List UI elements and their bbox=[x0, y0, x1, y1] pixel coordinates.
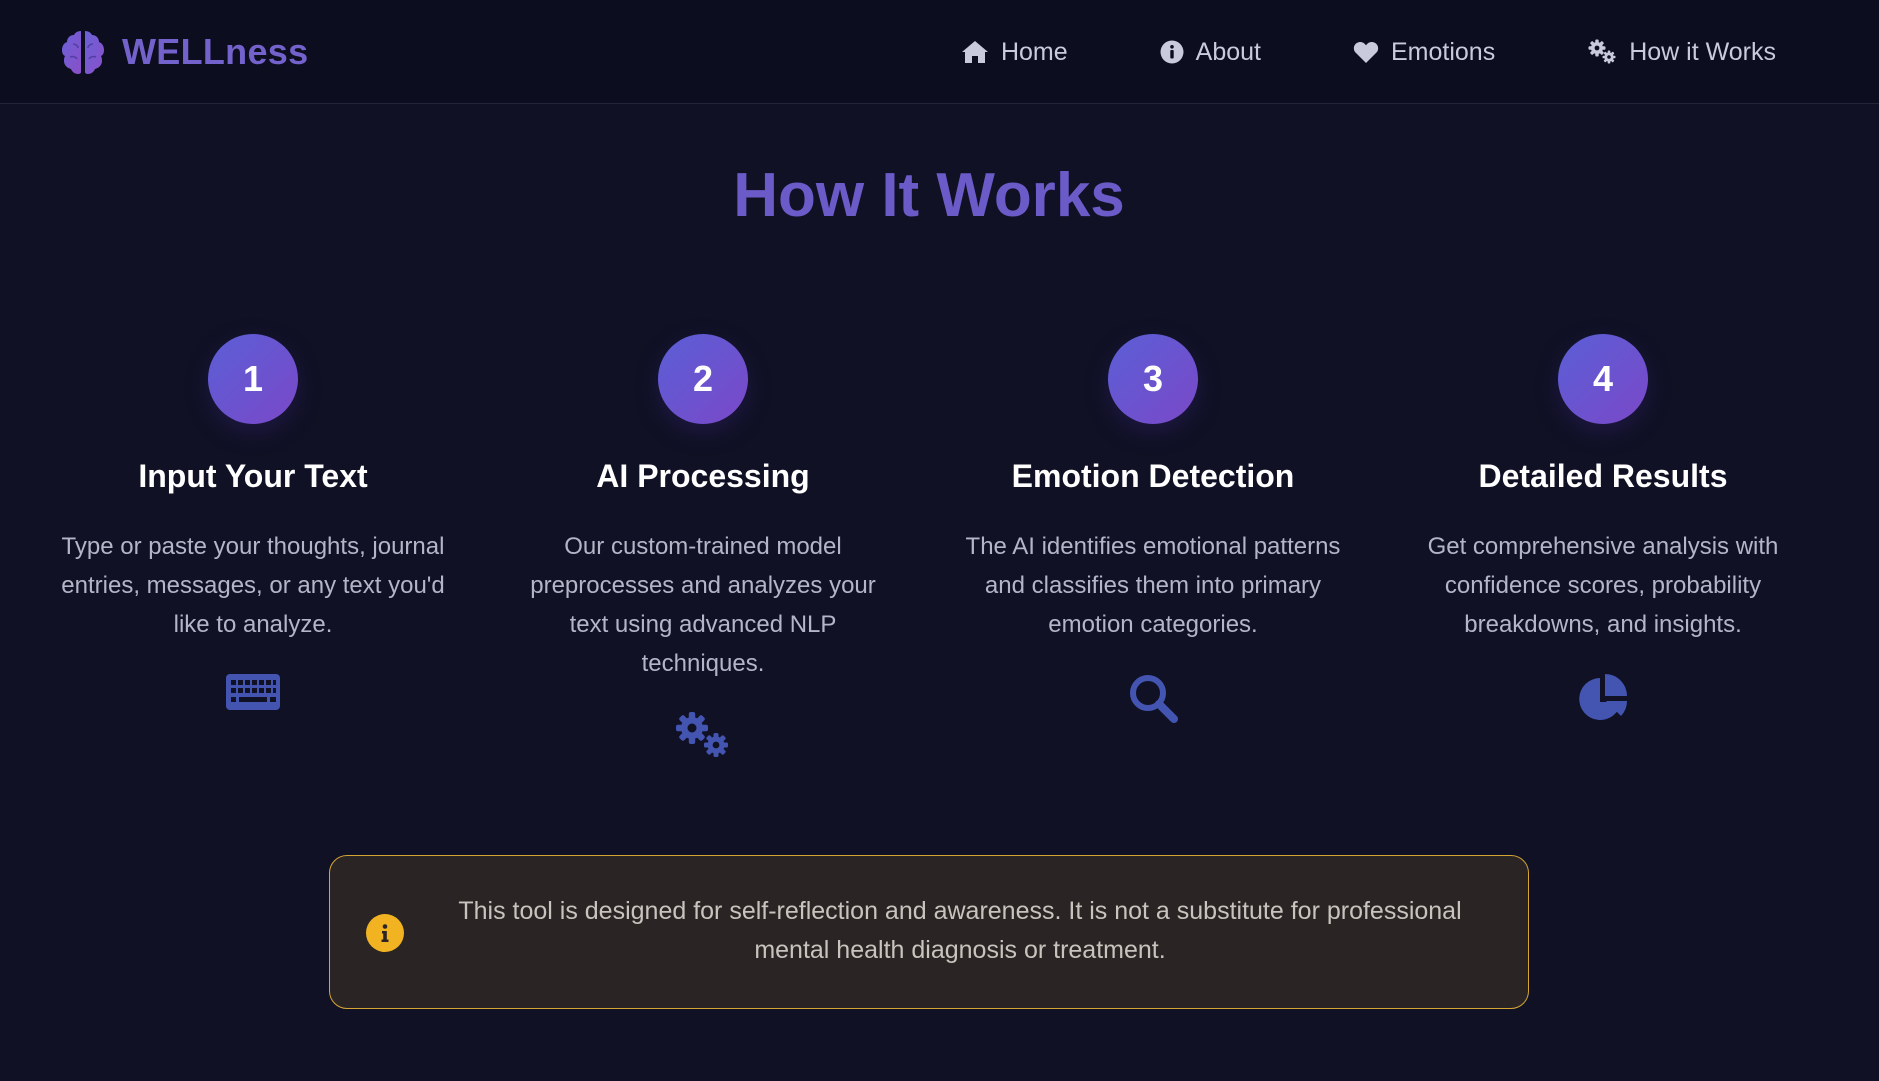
nav-how-it-works[interactable]: How it Works bbox=[1587, 38, 1776, 67]
step-title: AI Processing bbox=[596, 458, 810, 494]
step-number-badge: 3 bbox=[1108, 334, 1198, 424]
pie-chart-icon bbox=[1579, 674, 1627, 720]
nav-home-label: Home bbox=[1000, 37, 1068, 66]
navbar: WELLness Home About Emotions How it Work… bbox=[0, 0, 1879, 104]
nav-how-it-works-label: How it Works bbox=[1629, 37, 1776, 66]
main-nav: Home About Emotions How it Works bbox=[961, 30, 1776, 74]
step-description: Get comprehensive analysis with confiden… bbox=[1427, 533, 1779, 638]
nav-emotions-label: Emotions bbox=[1391, 37, 1496, 66]
nav-about[interactable]: About bbox=[1160, 38, 1261, 67]
step-description: Type or paste your thoughts, journal ent… bbox=[61, 533, 445, 638]
heart-icon bbox=[1353, 41, 1379, 63]
step-description: Our custom-trained model preprocesses an… bbox=[530, 533, 876, 677]
brain-icon bbox=[62, 31, 104, 74]
step-title: Input Your Text bbox=[138, 458, 368, 494]
page-title: How It Works bbox=[733, 161, 1125, 230]
disclaimer-text: This tool is designed for self-reflectio… bbox=[458, 897, 1462, 964]
brand-logo[interactable]: WELLness bbox=[58, 26, 308, 78]
nav-about-label: About bbox=[1195, 37, 1261, 66]
info-circle-icon bbox=[1160, 40, 1184, 64]
step-number-badge: 2 bbox=[658, 334, 748, 424]
disclaimer-alert: This tool is designed for self-reflectio… bbox=[329, 855, 1529, 1009]
cogs-icon bbox=[1588, 39, 1616, 64]
search-icon bbox=[1130, 675, 1178, 723]
step-title: Detailed Results bbox=[1478, 458, 1728, 494]
keyboard-icon bbox=[226, 674, 280, 710]
info-icon bbox=[366, 914, 404, 952]
home-icon bbox=[961, 41, 988, 63]
steps-grid: 1 Input Your Text Type or paste your tho… bbox=[0, 330, 1858, 780]
nav-emotions[interactable]: Emotions bbox=[1353, 38, 1495, 67]
step-card-4: 4 Detailed Results Get comprehensive ana… bbox=[1403, 330, 1803, 726]
brand-name: WELLness bbox=[122, 31, 309, 72]
step-card-2: 2 AI Processing Our custom-trained model… bbox=[503, 330, 903, 761]
step-number-badge: 4 bbox=[1558, 334, 1648, 424]
cogs-icon bbox=[676, 712, 728, 757]
step-card-3: 3 Emotion Detection The AI identifies em… bbox=[953, 330, 1353, 724]
step-title: Emotion Detection bbox=[1011, 458, 1295, 494]
step-card-1: 1 Input Your Text Type or paste your tho… bbox=[53, 330, 453, 712]
nav-home[interactable]: Home bbox=[961, 38, 1068, 67]
step-description: The AI identifies emotional patterns and… bbox=[965, 533, 1341, 638]
step-number-badge: 1 bbox=[208, 334, 298, 424]
